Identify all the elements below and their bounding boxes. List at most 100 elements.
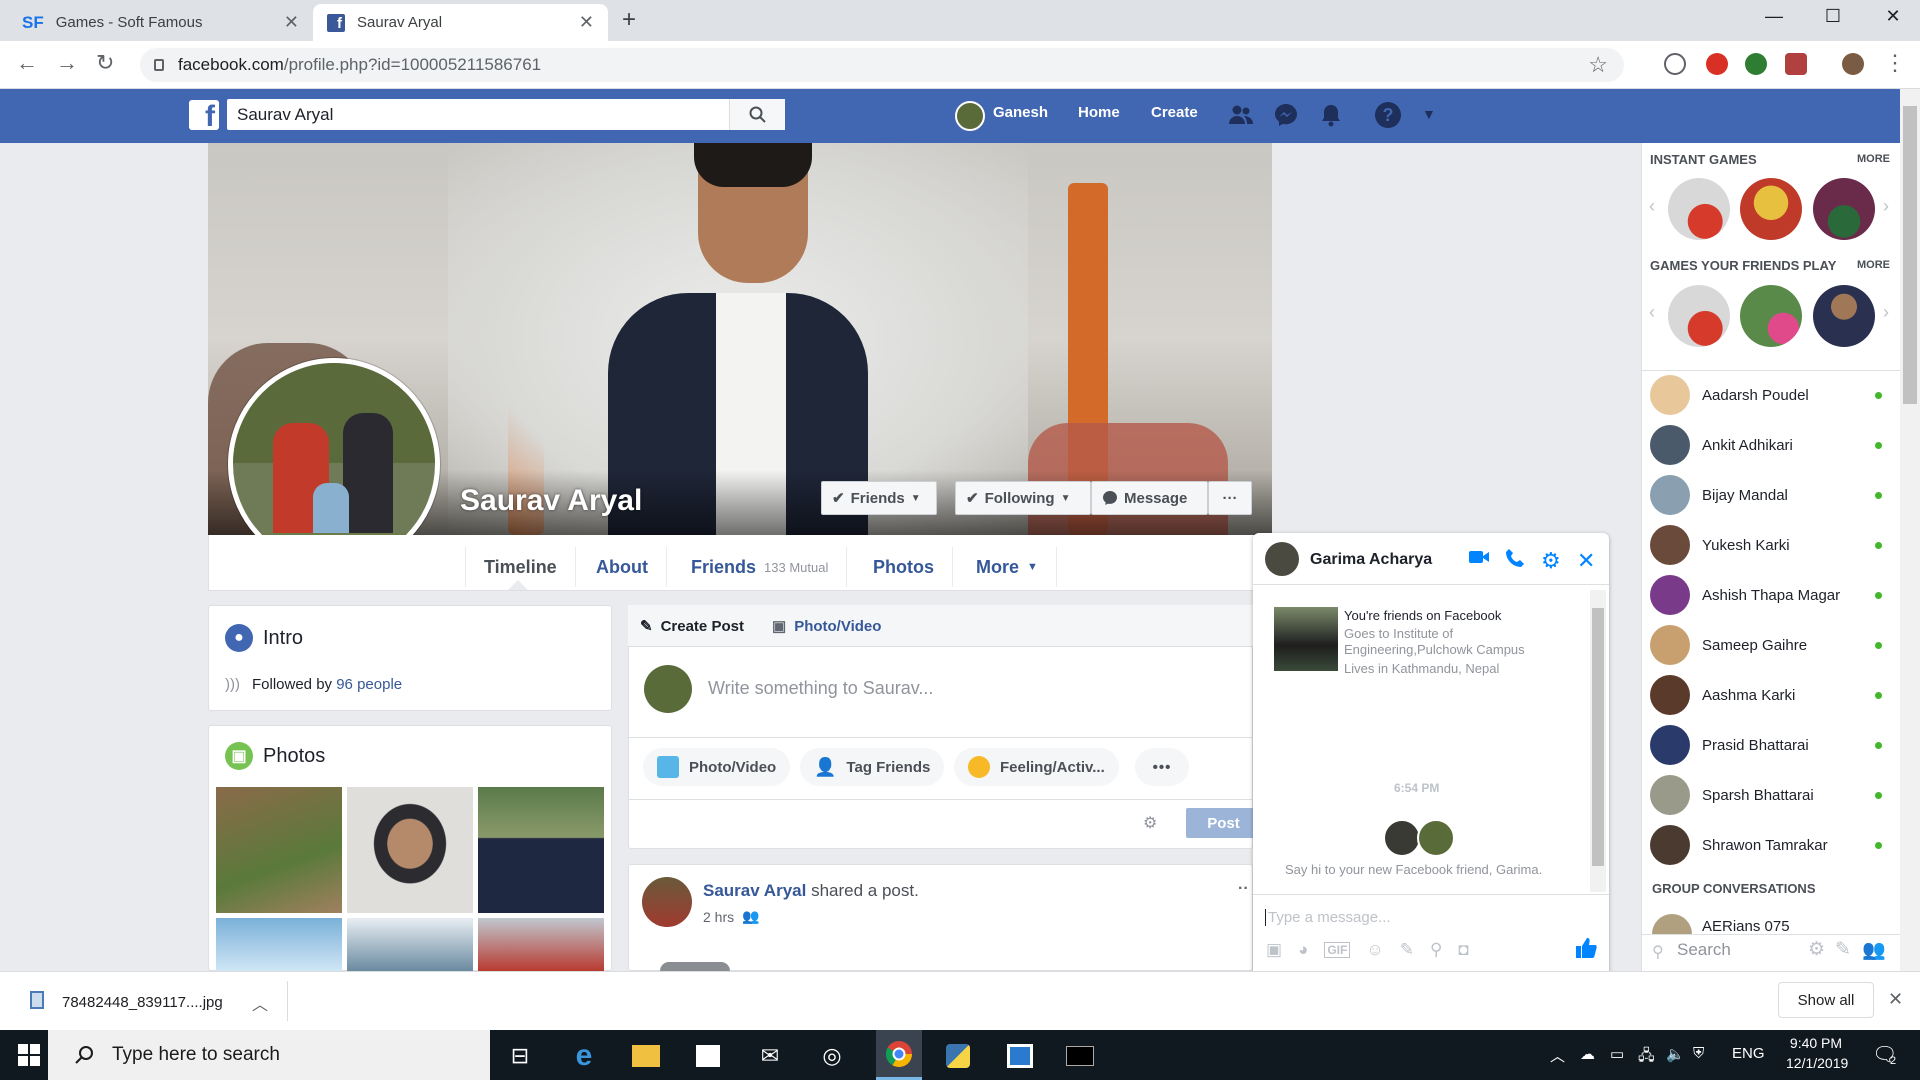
contact-item[interactable]: Sparsh Bhattarai: [1650, 770, 1888, 820]
mail-icon[interactable]: ✉: [752, 1038, 788, 1074]
network-icon[interactable]: 🖧: [1638, 1045, 1655, 1070]
close-chat-icon[interactable]: ✕: [1577, 548, 1595, 574]
taskbar-search-box[interactable]: Type here to search: [48, 1030, 490, 1080]
messenger-icon[interactable]: [1273, 102, 1299, 128]
feeling-activity-action[interactable]: Feeling/Activ...: [954, 748, 1119, 786]
sidebar-options-gear-icon[interactable]: ⚙: [1808, 938, 1825, 961]
tab-games-soft-famous[interactable]: SF Games - Soft Famous ✕: [8, 4, 313, 41]
download-menu-chevron-icon[interactable]: ︿: [252, 991, 268, 1015]
close-tab-icon[interactable]: ✕: [284, 12, 299, 33]
friend-game-bubble[interactable]: [1740, 285, 1802, 347]
new-tab-plus-icon[interactable]: +: [622, 6, 636, 34]
tab-more[interactable]: More ▼: [958, 547, 1057, 587]
post-time[interactable]: 2 hrs: [703, 909, 734, 925]
friend-requests-icon[interactable]: [1228, 102, 1254, 128]
facebook-search-input[interactable]: Saurav Aryal: [227, 99, 785, 130]
game-cricket[interactable]: [1813, 178, 1875, 240]
photo-thumbnail[interactable]: [347, 918, 473, 971]
post-author-avatar[interactable]: [642, 877, 692, 927]
add-photo-icon[interactable]: ▣: [1266, 940, 1282, 960]
photo-video-action[interactable]: Photo/Video: [643, 748, 791, 786]
tab-saurav-aryal[interactable]: f Saurav Aryal ✕: [313, 4, 608, 41]
chrome-taskbar-icon[interactable]: [876, 1030, 922, 1080]
close-tab-icon[interactable]: ✕: [579, 12, 594, 33]
extension-notification-icon[interactable]: [1706, 53, 1728, 75]
settings-gear-icon[interactable]: ⚙: [1143, 813, 1157, 833]
tab-about[interactable]: About: [578, 547, 667, 587]
facebook-logo-icon[interactable]: f: [189, 100, 219, 132]
home-link[interactable]: Home: [1078, 104, 1120, 121]
game-ludo-club[interactable]: [1668, 178, 1730, 240]
game-ludo-world[interactable]: [1740, 178, 1802, 240]
account-menu-chevron-icon[interactable]: ▼: [1422, 106, 1436, 122]
help-question-icon[interactable]: ?: [1375, 102, 1401, 128]
photo-thumbnail[interactable]: [216, 787, 342, 913]
show-all-downloads-button[interactable]: Show all: [1778, 982, 1874, 1018]
close-window-icon[interactable]: ✕: [1870, 6, 1916, 27]
file-explorer-icon[interactable]: [628, 1038, 664, 1074]
chevron-left-icon[interactable]: ‹: [1649, 196, 1655, 217]
chat-scrollbar-thumb[interactable]: [1592, 608, 1604, 866]
chat-contact-avatar[interactable]: [1265, 542, 1299, 576]
create-link[interactable]: Create: [1151, 104, 1198, 121]
chevron-left-icon[interactable]: ‹: [1649, 302, 1655, 323]
followers-link[interactable]: 96 people: [336, 676, 402, 693]
post-options-icon[interactable]: ··: [1238, 880, 1249, 898]
photo-thumbnail[interactable]: [478, 787, 604, 913]
like-thumb-icon[interactable]: [1575, 937, 1597, 965]
extension-icon[interactable]: [1664, 53, 1686, 75]
more-options-button[interactable]: ···: [1208, 481, 1252, 515]
chevron-right-icon[interactable]: ›: [1883, 196, 1889, 217]
tag-friends-action[interactable]: 👤 Tag Friends: [800, 748, 945, 786]
voice-call-icon[interactable]: [1505, 548, 1525, 574]
new-message-icon[interactable]: ✎: [1835, 938, 1851, 961]
contact-item[interactable]: Yukesh Karki: [1650, 520, 1888, 570]
windows-start-icon[interactable]: [18, 1044, 40, 1071]
message-button[interactable]: Message: [1091, 481, 1208, 515]
sticker-icon[interactable]: ◕: [1298, 940, 1308, 960]
composer-input[interactable]: Write something to Saurav...: [708, 678, 933, 699]
address-bar[interactable]: facebook.com/profile.php?id=100005211586…: [140, 48, 1624, 82]
instant-games-more-link[interactable]: MORE: [1857, 153, 1890, 165]
extension-pdf-icon[interactable]: [1785, 53, 1807, 75]
edge-browser-icon[interactable]: e: [566, 1038, 602, 1074]
create-post-tab[interactable]: ✎ Create Post: [640, 617, 744, 636]
group-conversation-name[interactable]: AERians 075: [1702, 918, 1790, 934]
emoji-icon[interactable]: ☺: [1366, 940, 1383, 960]
contact-item[interactable]: Bijay Mandal: [1650, 470, 1888, 520]
close-downloads-icon[interactable]: ✕: [1888, 989, 1903, 1010]
photo-thumbnail[interactable]: [216, 918, 342, 971]
chat-settings-gear-icon[interactable]: ⚙: [1541, 548, 1561, 574]
terminal-icon[interactable]: [1062, 1038, 1098, 1074]
chevron-right-icon[interactable]: ›: [1883, 302, 1889, 323]
language-indicator[interactable]: ENG: [1732, 1045, 1765, 1062]
friend-game-player[interactable]: [1813, 285, 1875, 347]
search-button[interactable]: [729, 99, 785, 130]
volume-icon[interactable]: 🔈: [1666, 1045, 1685, 1063]
microsoft-store-icon[interactable]: [690, 1038, 726, 1074]
create-group-icon[interactable]: 👥: [1862, 938, 1886, 962]
following-button[interactable]: ✔ Following ▼: [955, 481, 1091, 515]
photo-thumbnail[interactable]: [478, 918, 604, 971]
notifications-bell-icon[interactable]: [1318, 102, 1344, 128]
friends-button[interactable]: ✔ Friends ▼: [821, 481, 937, 515]
contact-item[interactable]: Sameep Gaihre: [1650, 620, 1888, 670]
maximize-window-icon[interactable]: ☐: [1810, 6, 1856, 27]
onedrive-cloud-icon[interactable]: ☁: [1580, 1045, 1595, 1063]
clock[interactable]: 9:40 PM 12/1/2019: [1786, 1035, 1848, 1071]
gif-icon[interactable]: GIF: [1324, 942, 1351, 958]
back-arrow-icon[interactable]: ←: [16, 50, 38, 76]
video-call-icon[interactable]: [1468, 548, 1490, 572]
chrome-profile-avatar[interactable]: [1842, 53, 1864, 75]
app-window-icon[interactable]: [1002, 1038, 1038, 1074]
security-shield-icon[interactable]: ⛨: [1693, 1045, 1704, 1062]
post-author-link[interactable]: Saurav Aryal: [703, 881, 806, 900]
photo-thumbnail[interactable]: [347, 787, 473, 913]
chrome-menu-icon[interactable]: ⋮: [1884, 50, 1906, 76]
contact-item[interactable]: Prasid Bhattarai: [1650, 720, 1888, 770]
more-actions-button[interactable]: •••: [1135, 748, 1189, 786]
profile-link-ganesh[interactable]: Ganesh: [993, 104, 1048, 121]
friend-game-ludo[interactable]: [1668, 285, 1730, 347]
task-view-icon[interactable]: ⊟: [502, 1038, 538, 1074]
page-scrollbar-thumb[interactable]: [1903, 106, 1917, 404]
